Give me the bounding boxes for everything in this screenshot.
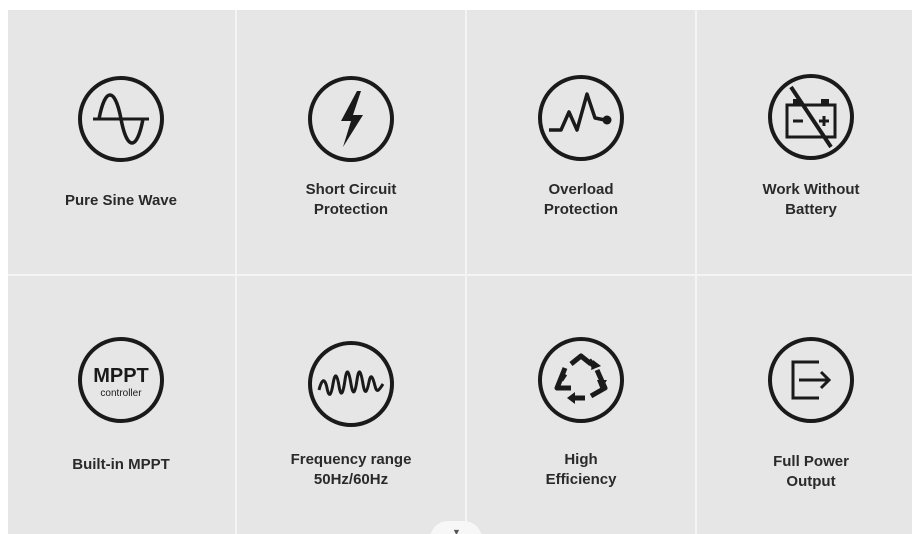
- feature-label: Overload Protection: [543, 181, 619, 218]
- features-grid: Pure Sine Wave Short Circuit Protection …: [8, 10, 912, 534]
- features-panel: Pure Sine Wave Short Circuit Protection …: [8, 10, 912, 534]
- feature-frequency-range: Frequency range 50Hz/60Hz: [238, 276, 464, 534]
- feature-label: Short Circuit Protection: [305, 181, 397, 218]
- heartbeat-pulse-icon: [535, 72, 627, 164]
- feature-overload-protection: Overload Protection: [468, 10, 694, 272]
- feature-pure-sine-wave: Pure Sine Wave: [8, 10, 234, 272]
- feature-work-without-battery: Work Without Battery: [698, 10, 912, 272]
- no-battery-icon: [765, 71, 857, 163]
- chevron-down-icon: ▼: [452, 527, 461, 534]
- mppt-controller-icon: MPPT controller: [75, 334, 167, 426]
- feature-label: Full Power Output: [773, 453, 849, 490]
- grid-divider: [8, 274, 912, 276]
- feature-high-efficiency: High Efficiency: [468, 276, 694, 534]
- feature-full-power-output: Full Power Output: [698, 276, 912, 534]
- grid-divider: [465, 10, 467, 534]
- sine-wave-icon: [75, 73, 167, 165]
- feature-label: Built-in MPPT: [72, 456, 170, 473]
- lightning-bolt-icon: [305, 73, 397, 165]
- feature-short-circuit-protection: Short Circuit Protection: [238, 10, 464, 272]
- mppt-icon-text: MPPT: [93, 365, 149, 387]
- feature-label: High Efficiency: [545, 451, 617, 488]
- feature-label: Frequency range 50Hz/60Hz: [290, 451, 412, 488]
- feature-label: Work Without Battery: [762, 181, 860, 218]
- recycle-arrows-icon: [535, 334, 627, 426]
- mppt-icon-subtext: controller: [100, 388, 142, 399]
- grid-divider: [695, 10, 697, 534]
- feature-label: Pure Sine Wave: [65, 192, 177, 209]
- feature-built-in-mppt: MPPT controller Built-in MPPT: [8, 276, 234, 534]
- grid-divider: [235, 10, 237, 534]
- frequency-wave-icon: [305, 338, 397, 430]
- power-output-icon: [765, 334, 857, 426]
